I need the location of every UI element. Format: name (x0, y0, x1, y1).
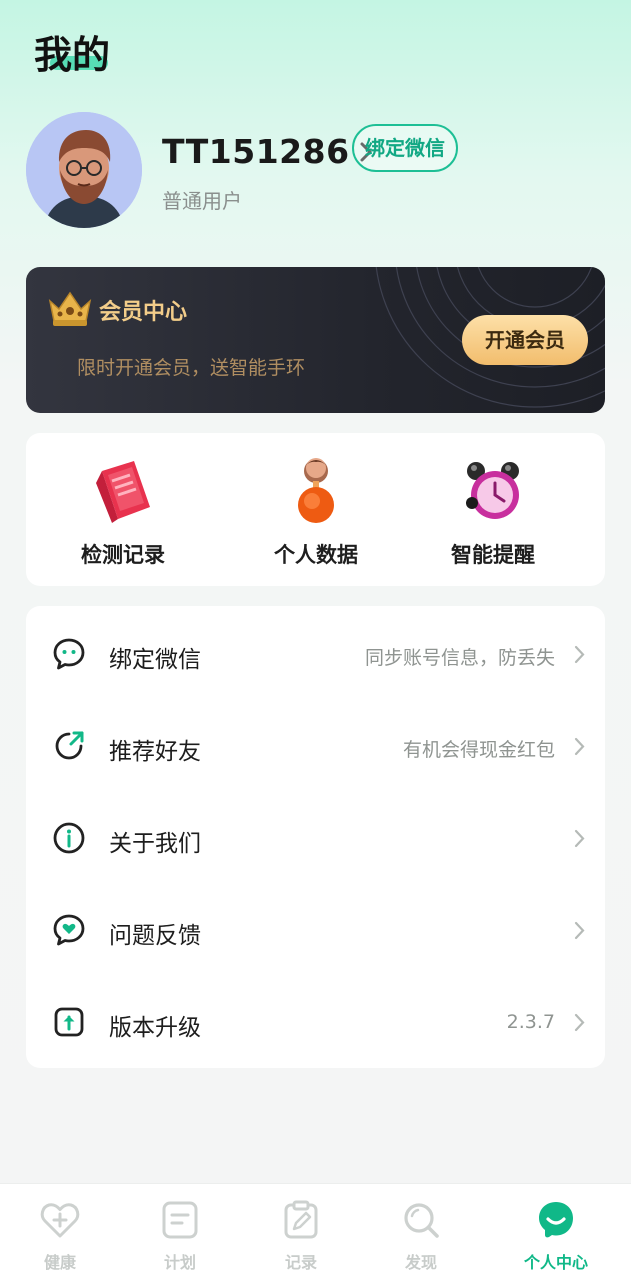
search-icon (404, 1203, 439, 1238)
menu-label: 版本升级 (109, 1015, 201, 1041)
page-title: 我的 (34, 33, 111, 77)
alarm-clock-icon (466, 462, 519, 519)
menu-item-recommend-friends[interactable]: 推荐好友 有机会得现金红包 (26, 700, 605, 792)
document-icon (96, 461, 150, 523)
clipboard-icon (284, 1200, 318, 1239)
menu-label: 绑定微信 (109, 647, 201, 673)
menu-item-about-us[interactable]: 关于我们 (26, 792, 605, 884)
avatar-illustration (26, 112, 142, 228)
upgrade-icon (54, 1007, 84, 1037)
shortcut-smart-reminder[interactable]: 智能提醒 (418, 457, 568, 577)
bind-wechat-badge[interactable]: 绑定微信 (352, 124, 458, 172)
tab-discover[interactable]: 发现 (361, 1184, 481, 1280)
shortcut-label: 个人数据 (274, 543, 358, 567)
tab-health[interactable]: 健康 (0, 1184, 120, 1280)
shortcut-card: 检测记录 个人数据 智能提醒 (26, 433, 605, 586)
vip-card[interactable]: 会员中心 限时开通会员，送智能手环 开通会员 (26, 267, 605, 413)
crown-icon (48, 291, 92, 326)
chevron-right-icon (574, 829, 585, 848)
menu-item-bind-wechat[interactable]: 绑定微信 同步账号信息，防丢失 (26, 608, 605, 700)
share-arrow-icon (55, 731, 84, 760)
username-row[interactable]: TT151286 (162, 132, 374, 171)
tab-plan[interactable]: 计划 (120, 1184, 240, 1280)
info-icon (53, 822, 85, 854)
vip-subtitle: 限时开通会员，送智能手环 (77, 357, 306, 379)
menu-label: 推荐好友 (109, 739, 201, 765)
user-type: 普通用户 (162, 189, 242, 213)
tab-label: 健康 (43, 1253, 76, 1272)
menu-desc: 2.3.7 (506, 1011, 555, 1033)
menu-desc: 同步账号信息，防丢失 (364, 647, 555, 669)
feedback-heart-icon (53, 914, 85, 946)
person-icon (298, 458, 334, 523)
shortcut-personal-data[interactable]: 个人数据 (241, 457, 391, 577)
menu-card: 绑定微信 同步账号信息，防丢失 推荐好友 有机会得现金红包 关于我们 问题反馈 … (26, 606, 605, 1068)
shortcut-label: 检测记录 (81, 543, 165, 567)
vip-title: 会员中心 (99, 300, 188, 325)
menu-desc: 有机会得现金红包 (402, 739, 555, 761)
shortcut-label: 智能提醒 (451, 543, 535, 567)
chevron-right-icon (574, 645, 585, 664)
chevron-right-icon (574, 921, 585, 940)
tab-label: 计划 (163, 1253, 196, 1272)
tab-bar: 健康 计划 记录 发现 个人中心 (0, 1183, 631, 1280)
tab-record[interactable]: 记录 (241, 1184, 361, 1280)
chevron-right-icon (574, 1013, 585, 1032)
tab-label: 记录 (284, 1253, 317, 1272)
tab-label: 发现 (404, 1253, 437, 1272)
menu-item-version-upgrade[interactable]: 版本升级 2.3.7 (26, 976, 605, 1068)
heart-plus-icon (40, 1203, 80, 1238)
menu-item-feedback[interactable]: 问题反馈 (26, 884, 605, 976)
profile-icon (539, 1202, 573, 1238)
chat-bubble-icon (53, 638, 85, 670)
tab-label: 个人中心 (523, 1253, 588, 1272)
open-vip-button[interactable]: 开通会员 (462, 315, 588, 365)
chevron-right-icon (574, 737, 585, 756)
username: TT151286 (162, 132, 350, 171)
avatar[interactable] (26, 112, 142, 228)
plan-doc-icon (162, 1201, 198, 1239)
menu-label: 问题反馈 (109, 923, 201, 949)
shortcut-test-records[interactable]: 检测记录 (48, 457, 198, 577)
menu-label: 关于我们 (109, 831, 201, 857)
tab-profile[interactable]: 个人中心 (496, 1184, 616, 1280)
